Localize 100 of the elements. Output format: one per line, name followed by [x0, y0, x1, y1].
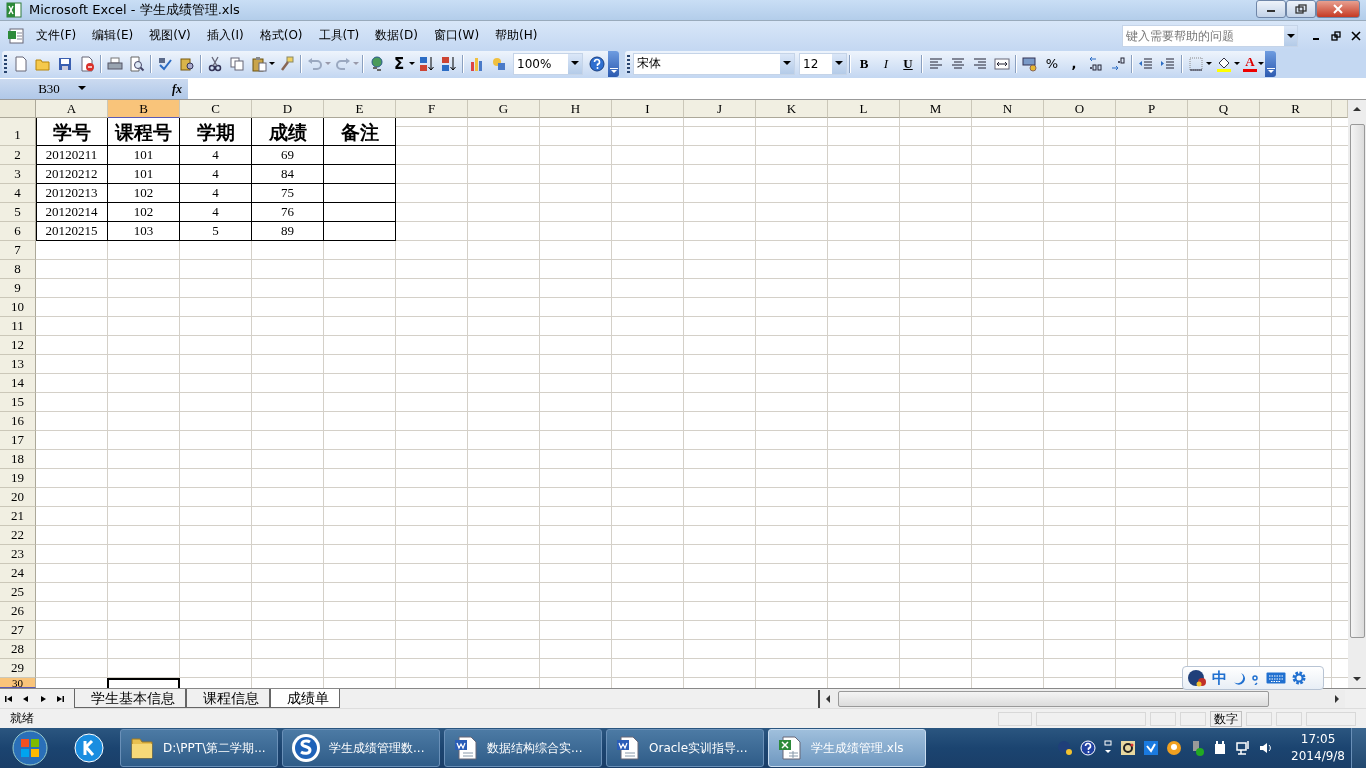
- column-header[interactable]: I: [612, 100, 684, 118]
- row-header[interactable]: 21: [0, 507, 36, 526]
- row-header[interactable]: 15: [0, 393, 36, 412]
- show-hidden-icons-icon[interactable]: [1103, 740, 1114, 756]
- align-center-icon[interactable]: [950, 55, 966, 72]
- scroll-right-icon[interactable]: [1334, 694, 1340, 703]
- column-header[interactable]: B: [108, 100, 180, 118]
- scrollbar-thumb[interactable]: [1349, 124, 1365, 638]
- minimize-button[interactable]: [1256, 0, 1286, 18]
- row-header[interactable]: 23: [0, 545, 36, 564]
- increase-decimal-icon[interactable]: [1088, 55, 1104, 72]
- print-preview-icon[interactable]: [129, 55, 145, 72]
- column-header[interactable]: A: [36, 100, 108, 118]
- underline-button[interactable]: U: [897, 53, 919, 74]
- column-header[interactable]: O: [1044, 100, 1116, 118]
- row-header[interactable]: 4: [0, 184, 36, 203]
- workbook-icon[interactable]: [7, 26, 25, 45]
- caret-icon[interactable]: [1258, 61, 1264, 66]
- row-header[interactable]: 5: [0, 203, 36, 222]
- tray-app-icon[interactable]: [1143, 740, 1160, 756]
- font-dropdown[interactable]: 宋体: [633, 52, 795, 75]
- sheet-tab[interactable]: 学生基本信息: [74, 689, 186, 708]
- menu-item[interactable]: 插入(I): [198, 27, 252, 44]
- scroll-left-icon[interactable]: [825, 694, 831, 703]
- font-color-button[interactable]: A: [1243, 55, 1257, 72]
- fill-color-icon[interactable]: [1216, 55, 1232, 72]
- row-header[interactable]: 25: [0, 583, 36, 602]
- clock-date[interactable]: 2014/9/8: [1291, 748, 1345, 765]
- close-icon[interactable]: [1351, 30, 1361, 41]
- tray-app-icon[interactable]: [1120, 740, 1137, 756]
- sheet-tab[interactable]: 成绩单: [270, 689, 340, 708]
- column-header[interactable]: D: [252, 100, 324, 118]
- taskbar-button[interactable]: Oracle实训指导...: [606, 729, 764, 767]
- italic-button[interactable]: I: [875, 53, 897, 74]
- taskbar-button[interactable]: D:\PPT\第二学期...: [120, 729, 278, 767]
- paste-icon[interactable]: [251, 55, 267, 72]
- spelling-check-icon[interactable]: [157, 55, 173, 72]
- network-icon[interactable]: [1235, 740, 1252, 756]
- column-header[interactable]: Q: [1188, 100, 1260, 118]
- row-header[interactable]: 24: [0, 564, 36, 583]
- ime-tray-icon[interactable]: [1057, 740, 1074, 756]
- column-header[interactable]: H: [540, 100, 612, 118]
- show-desktop-button[interactable]: [1351, 728, 1366, 768]
- caret-icon[interactable]: [1234, 61, 1240, 66]
- row-header[interactable]: 18: [0, 450, 36, 469]
- column-header[interactable]: K: [756, 100, 828, 118]
- toolbar-grip[interactable]: [4, 54, 7, 73]
- pinned-app-icon[interactable]: [74, 733, 104, 763]
- comma-style-button[interactable]: ,: [1063, 53, 1085, 74]
- menu-item[interactable]: 工具(T): [310, 27, 368, 44]
- insert-function-button[interactable]: fx: [134, 78, 188, 99]
- column-header[interactable]: C: [180, 100, 252, 118]
- decrease-indent-icon[interactable]: [1138, 55, 1154, 72]
- column-header[interactable]: M: [900, 100, 972, 118]
- taskbar-button[interactable]: 学生成绩管理数...: [282, 729, 440, 767]
- research-icon[interactable]: [179, 55, 195, 72]
- name-box[interactable]: B30: [0, 78, 134, 99]
- restore-icon[interactable]: [1331, 30, 1341, 41]
- row-header[interactable]: 17: [0, 431, 36, 450]
- column-header[interactable]: J: [684, 100, 756, 118]
- increase-indent-icon[interactable]: [1160, 55, 1176, 72]
- scroll-down-icon[interactable]: [1353, 676, 1361, 682]
- toolbar-options-button[interactable]: [608, 50, 619, 77]
- next-sheet-icon[interactable]: [38, 693, 48, 704]
- hyperlink-icon[interactable]: [369, 55, 385, 72]
- row-header[interactable]: 16: [0, 412, 36, 431]
- row-header[interactable]: 3: [0, 165, 36, 184]
- format-painter-icon[interactable]: [279, 55, 295, 72]
- column-header[interactable]: R: [1260, 100, 1332, 118]
- permission-icon[interactable]: [79, 55, 95, 72]
- row-header[interactable]: 22: [0, 526, 36, 545]
- menu-item[interactable]: 文件(F): [28, 27, 85, 44]
- row-header[interactable]: 14: [0, 374, 36, 393]
- copy-icon[interactable]: [229, 55, 245, 72]
- row-header[interactable]: 6: [0, 222, 36, 241]
- sheet-tab[interactable]: 课程信息: [186, 689, 270, 708]
- autosum-button[interactable]: Σ: [388, 53, 410, 74]
- toolbar-grip[interactable]: [627, 54, 630, 73]
- cut-icon[interactable]: [207, 55, 223, 72]
- first-sheet-icon[interactable]: [4, 693, 14, 704]
- row-header[interactable]: 26: [0, 602, 36, 621]
- keyboard-icon[interactable]: [1266, 672, 1286, 684]
- menu-item[interactable]: 窗口(W): [425, 27, 488, 44]
- caret-icon[interactable]: [269, 61, 275, 66]
- column-header[interactable]: L: [828, 100, 900, 118]
- column-header[interactable]: P: [1116, 100, 1188, 118]
- column-header[interactable]: F: [396, 100, 468, 118]
- menu-item[interactable]: 格式(O): [251, 27, 311, 44]
- row-header[interactable]: 8: [0, 260, 36, 279]
- caret-icon[interactable]: [1206, 61, 1212, 66]
- taskbar-button[interactable]: 数据结构综合实...: [444, 729, 602, 767]
- tray-app-icon[interactable]: [1166, 740, 1183, 756]
- currency-icon[interactable]: [1022, 55, 1038, 72]
- borders-icon[interactable]: [1188, 55, 1204, 72]
- column-header[interactable]: G: [468, 100, 540, 118]
- menu-item[interactable]: 编辑(E): [84, 27, 142, 44]
- previous-sheet-icon[interactable]: [21, 693, 31, 704]
- scroll-up-icon[interactable]: [1353, 106, 1361, 112]
- vertical-scrollbar[interactable]: [1348, 100, 1366, 688]
- maximize-button[interactable]: [1286, 0, 1316, 18]
